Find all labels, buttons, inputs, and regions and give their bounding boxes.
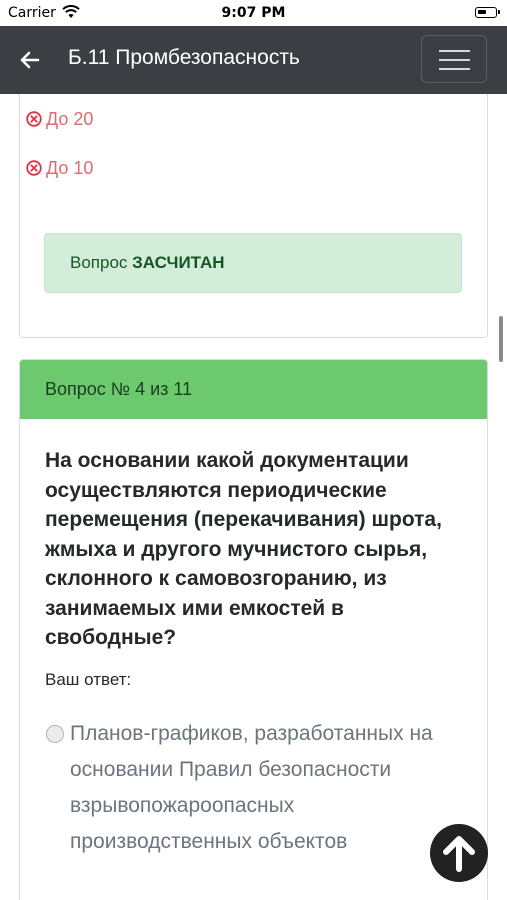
question-text: На основании какой документации осуществ…	[45, 449, 442, 649]
question-header: Вопрос № 4 из 11	[20, 360, 487, 419]
arrow-left-icon[interactable]	[16, 46, 44, 74]
wrong-answer-option: До 10	[26, 158, 93, 179]
option-label: До 20	[46, 109, 94, 129]
status-bar: Carrier 9:07 PM	[0, 0, 507, 26]
battery-icon	[475, 7, 500, 18]
result-prefix: Вопрос	[70, 253, 128, 272]
wrong-answer-option: До 20	[26, 109, 93, 130]
previous-question-card	[19, 94, 488, 338]
hamburger-icon	[439, 50, 470, 52]
page-title: Б.11 Промбезопасность	[68, 46, 300, 69]
arrow-up-icon	[443, 836, 475, 872]
result-status: ЗАСЧИТАН	[132, 253, 225, 272]
scroll-to-top-button[interactable]	[430, 824, 488, 882]
answer-option-label[interactable]: Планов-графиков, разработанных на основа…	[70, 716, 470, 860]
clock-time: 9:07 PM	[221, 5, 286, 21]
scrollbar[interactable]	[499, 316, 503, 362]
option-label: До 10	[46, 158, 94, 178]
menu-toggle-button[interactable]	[421, 35, 487, 83]
circle-x-icon	[26, 111, 42, 127]
current-question-card: Вопрос № 4 из 11 На основании какой доку…	[19, 359, 488, 900]
question-counter: Вопрос № 4 из 11	[45, 379, 193, 399]
circle-x-icon	[26, 160, 42, 176]
answer-label: Ваш ответ:	[45, 670, 132, 689]
result-alert: Вопрос ЗАСЧИТАН	[44, 233, 462, 293]
answer-radio[interactable]	[46, 725, 64, 743]
app-navbar: Б.11 Промбезопасность	[0, 26, 507, 94]
quiz-content[interactable]: До 20 До 10 Вопрос ЗАСЧИТАН Вопрос № 4 и…	[0, 94, 507, 900]
